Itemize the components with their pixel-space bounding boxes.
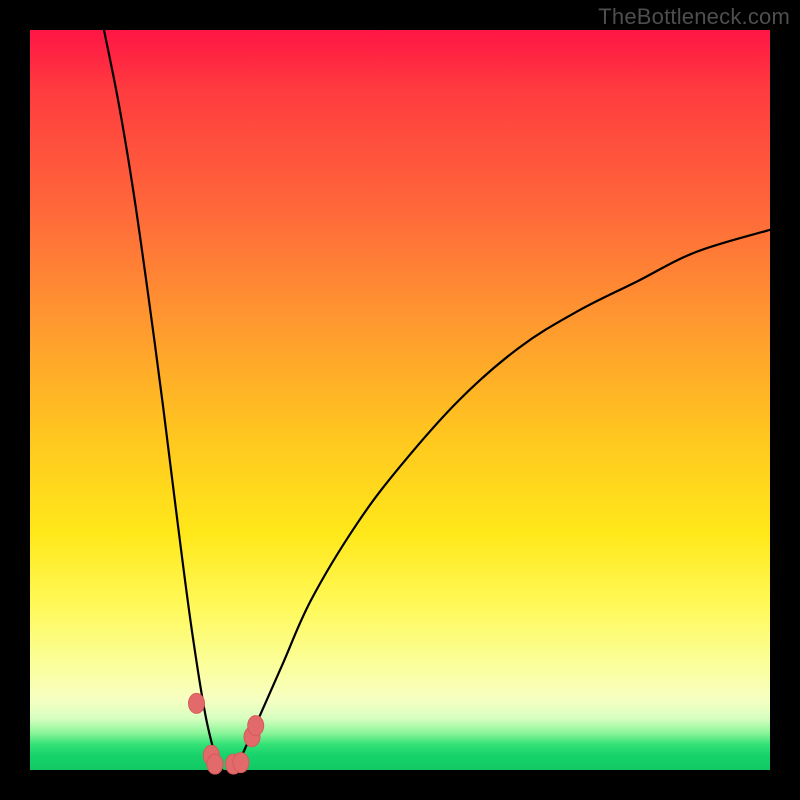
marker-point — [233, 753, 249, 773]
highlighted-markers — [189, 693, 264, 774]
chart-frame: TheBottleneck.com — [0, 0, 800, 800]
marker-point — [189, 693, 205, 713]
plot-area — [30, 30, 770, 770]
bottleneck-curve — [104, 30, 770, 773]
marker-point — [248, 716, 264, 736]
marker-point — [207, 754, 223, 774]
chart-overlay — [30, 30, 770, 770]
watermark-text: TheBottleneck.com — [598, 4, 790, 30]
